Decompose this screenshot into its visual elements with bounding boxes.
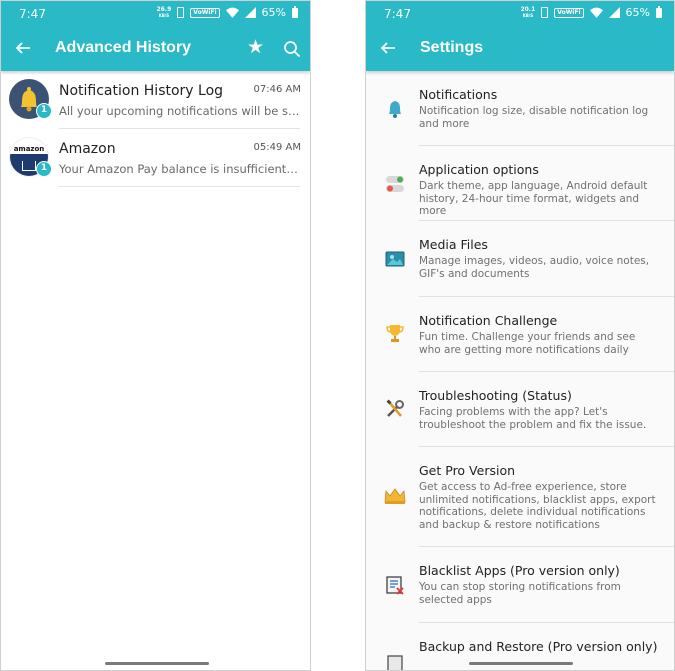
settings-item-desc: Notification log size, disable notificat… [419,105,649,130]
status-bar: 7:47 20.1 KB/S VoWiFi 65% [366,1,674,29]
status-time: 7:47 [19,7,46,21]
crown-icon [384,485,406,507]
settings-item-desc: Fun time. Challenge your friends and see… [419,331,636,356]
image-icon [384,248,406,270]
battery-percent: 65% [625,6,650,19]
star-icon[interactable]: ★ [247,38,264,57]
signal-icon [244,7,256,18]
status-time: 7:47 [384,7,411,21]
unread-badge: 1 [36,103,52,119]
history-item[interactable]: 1 Notification History Log 07:46 AM All … [1,71,310,129]
settings-item-title: Troubleshooting (Status) [419,388,572,403]
settings-item-title: Backup and Restore (Pro version only) [419,639,658,654]
settings-item-desc: You can stop storing notifications from … [419,581,621,606]
status-bar: 7:47 26.9 KB/S VoWiFi 65% [1,1,310,29]
settings-item-title: Blacklist Apps (Pro version only) [419,563,620,578]
battery-icon [292,5,298,18]
item-name: Notification History Log [59,83,224,99]
signal-icon [608,7,620,18]
settings-item-title: Media Files [419,237,488,252]
app-bar: Settings [366,29,674,71]
settings-item-media-files[interactable]: Media Files Manage images, videos, audio… [366,221,674,297]
trophy-icon [384,322,406,344]
settings-item-desc: Manage images, videos, audio, voice note… [419,255,650,280]
battery-percent: 65% [261,6,286,19]
backup-icon [384,653,406,670]
wifi-icon [225,7,239,18]
page-title: Settings [420,39,484,56]
bell-icon [384,98,406,120]
settings-item-title: Notifications [419,87,498,102]
net-speed: 26.9 KB/S [156,5,172,18]
item-message: All your upcoming notifications will be … [59,104,301,118]
vowifi-badge: VoWiFi [554,7,584,18]
sim-icon [541,7,549,18]
toggle-icon [384,173,406,195]
settings-item-title: Application options [419,162,539,177]
settings-item-blacklist-apps[interactable]: Blacklist Apps (Pro version only) You ca… [366,547,674,623]
sim-icon [177,7,185,18]
item-time: 07:46 AM [253,84,301,95]
page-title: Advanced History [55,39,192,56]
divider [59,186,300,187]
app-bar: Advanced History ★ [1,29,310,71]
advanced-history-screen: 7:47 26.9 KB/S VoWiFi 65% Advanced Histo… [0,0,311,671]
settings-item-notification-challenge[interactable]: Notification Challenge Fun time. Challen… [366,297,674,372]
settings-item-troubleshooting[interactable]: Troubleshooting (Status) Facing problems… [366,372,674,447]
settings-item-desc: Get access to Ad-free experience, store … [419,481,656,531]
wifi-icon [589,7,603,18]
settings-item-desc: Facing problems with the app? Let's trou… [419,406,647,431]
item-name: Amazon [59,141,116,157]
net-speed: 20.1 KB/S [520,5,536,18]
settings-item-desc: Dark theme, app language, Android defaul… [419,180,648,217]
back-arrow-icon[interactable] [380,40,396,56]
tools-icon [384,398,406,420]
settings-item-application-options[interactable]: Application options Dark theme, app lang… [366,146,674,221]
unread-badge: 1 [36,161,52,177]
vowifi-badge: VoWiFi [190,7,220,18]
item-time: 05:49 AM [253,142,301,153]
history-item[interactable]: amazon 1 Amazon 05:49 AM Your Amazon Pay… [1,129,310,187]
back-arrow-icon[interactable] [15,40,31,56]
battery-icon [656,5,662,18]
settings-item-notifications[interactable]: Notifications Notification log size, dis… [366,71,674,146]
nav-gesture-bar[interactable] [105,662,209,665]
item-message: Your Amazon Pay balance is insufficient … [59,162,301,176]
settings-item-title: Get Pro Version [419,463,516,478]
blacklist-icon [384,574,406,596]
settings-item-get-pro-version[interactable]: Get Pro Version Get access to Ad-free ex… [366,447,674,547]
nav-gesture-bar[interactable] [469,662,573,665]
search-icon[interactable] [283,40,301,58]
settings-screen: 7:47 20.1 KB/S VoWiFi 65% Settings Notif… [365,0,675,671]
settings-item-title: Notification Challenge [419,313,558,328]
